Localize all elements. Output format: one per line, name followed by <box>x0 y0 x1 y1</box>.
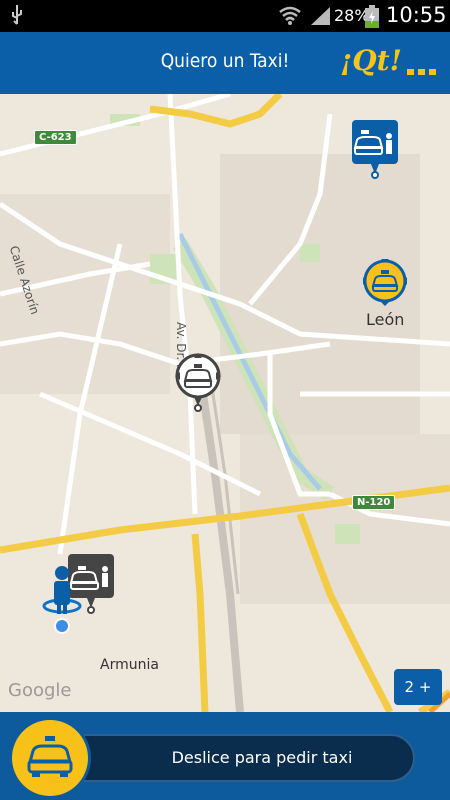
user-location-marker <box>40 564 86 640</box>
app-bar: Quiero un Taxi! ¡Qt! <box>0 32 450 94</box>
clock: 10:55 <box>386 3 447 27</box>
taxi-marker-gray[interactable] <box>174 352 222 418</box>
request-taxi-slider[interactable]: Deslice para pedir taxi <box>50 734 415 782</box>
battery-icon <box>364 5 380 33</box>
google-attribution: Google <box>8 680 72 701</box>
taxi-marker-yellow[interactable] <box>360 256 410 313</box>
map-view[interactable]: C-623 N-120 Calle Azorín Av. Dr. Fl León… <box>0 94 450 712</box>
status-bar: 28% 10:55 <box>0 0 450 32</box>
slider-handle[interactable] <box>12 720 88 796</box>
signal-icon <box>310 6 332 30</box>
brand-logo: ¡Qt! <box>340 44 402 77</box>
usb-icon <box>10 4 24 30</box>
slider-label: Deslice para pedir taxi <box>171 748 353 767</box>
taxi-car-icon <box>27 736 73 777</box>
footer-bar: Deslice para pedir taxi <box>0 712 450 800</box>
city-label-armunia: Armunia <box>100 657 159 673</box>
overflow-menu-icon[interactable] <box>407 62 437 81</box>
wifi-icon <box>278 6 302 30</box>
taxi-count-badge[interactable]: 2 + <box>394 669 442 705</box>
taxi-stand-marker-blue[interactable] <box>351 120 399 184</box>
road-shield-c623: C-623 <box>34 130 77 145</box>
road-shield-n120: N-120 <box>352 495 396 510</box>
